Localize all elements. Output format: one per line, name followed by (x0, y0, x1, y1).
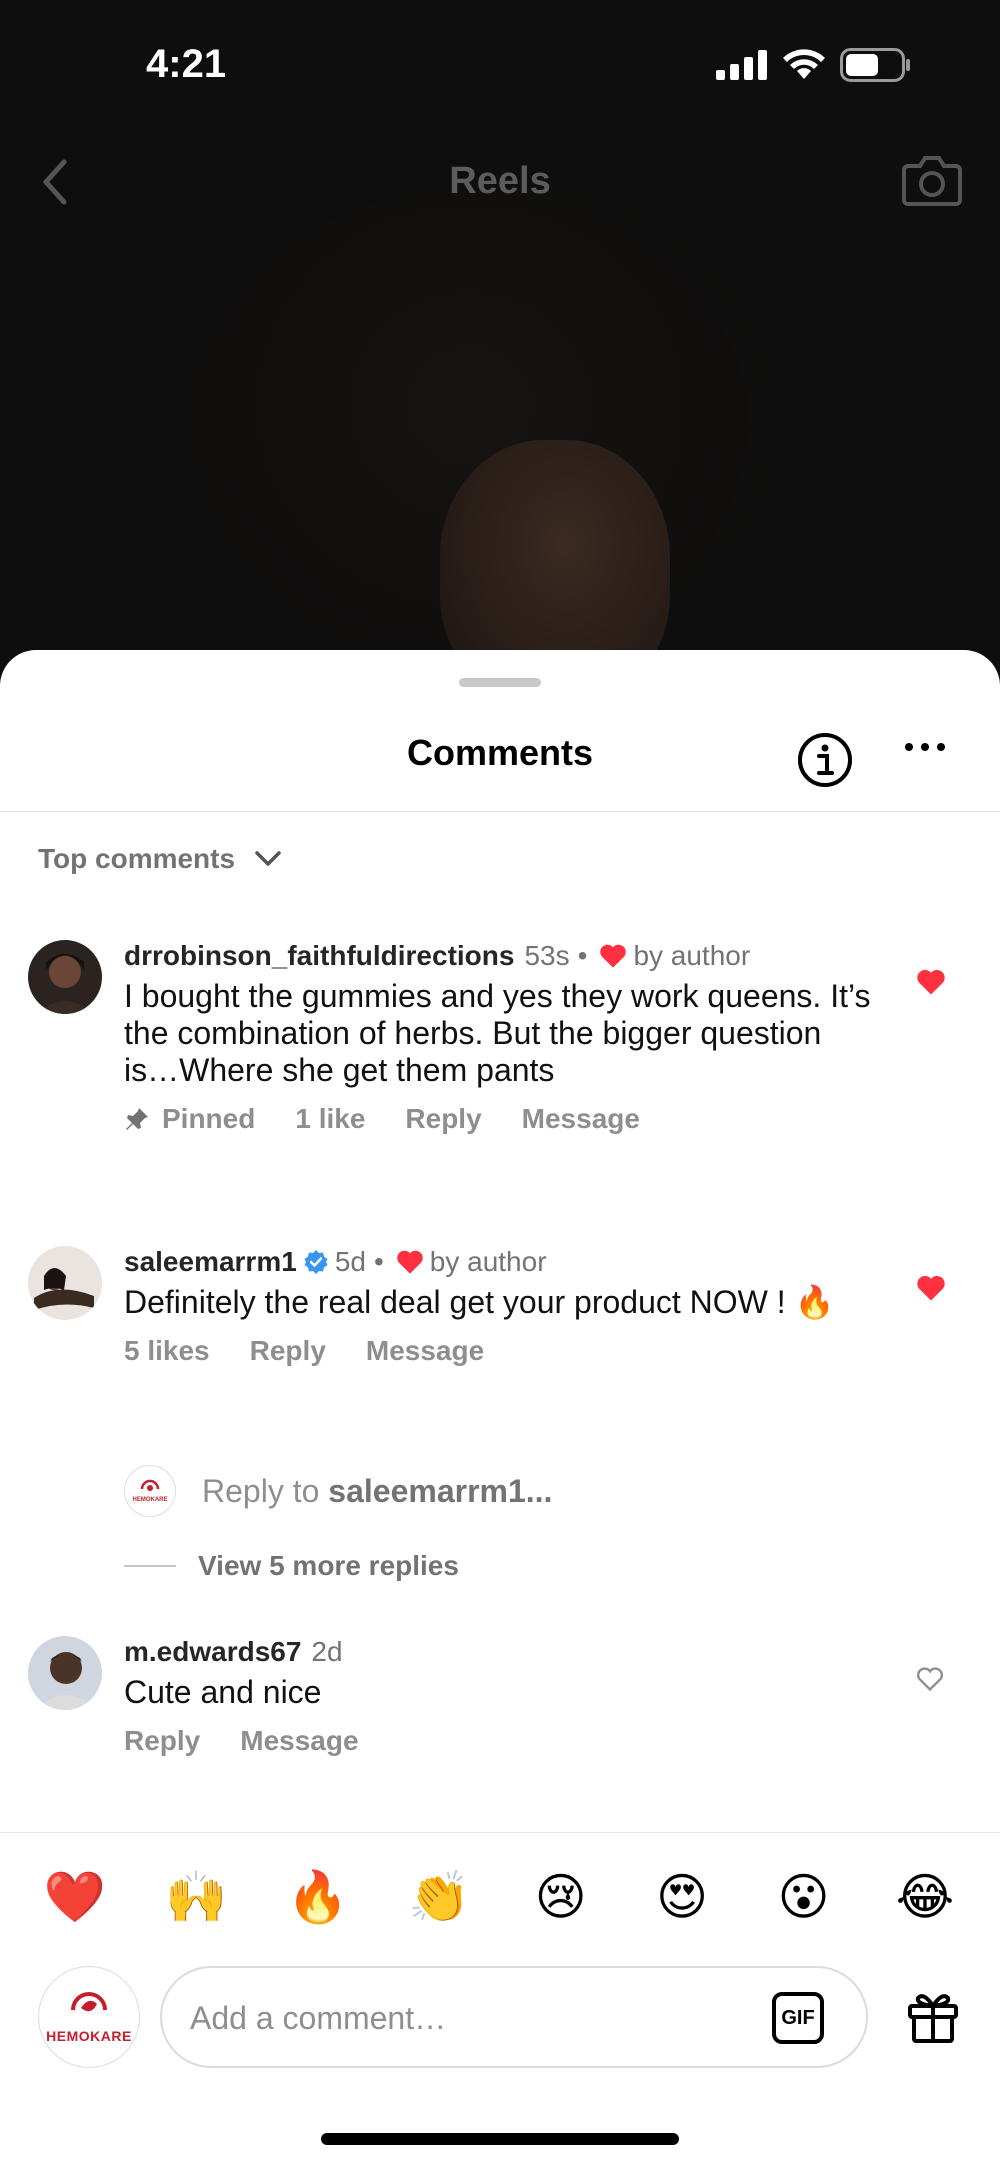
reply-avatar-brand: HEMOKARE (132, 1497, 168, 1503)
pinned-label: Pinned (162, 1103, 256, 1134)
comment-body: saleemarrm1 5d • by author Definitely th… (124, 1246, 884, 1367)
reply-prompt-target: saleemarrm1... (328, 1472, 553, 1509)
avatar-image (28, 940, 102, 1014)
page-title: Reels (449, 160, 551, 202)
heart-filled-icon (917, 1275, 945, 1301)
comment-username[interactable]: m.edwards67 (124, 1636, 301, 1668)
sheet-header: Comments (0, 710, 1000, 812)
emoji-heart[interactable]: ❤️ (40, 1862, 110, 1932)
comment-input-container: GIF (160, 1966, 868, 2068)
reply-button[interactable]: Reply (250, 1335, 326, 1367)
meta-separator: • (373, 1246, 384, 1277)
view-more-replies[interactable]: View 5 more replies (124, 1550, 459, 1582)
emoji-fire[interactable]: 🔥 (283, 1862, 353, 1932)
verified-badge-icon (304, 1250, 328, 1274)
view-more-replies-label: View 5 more replies (198, 1550, 459, 1581)
status-bar: 4:21 (0, 0, 1000, 130)
sort-dropdown[interactable]: Top comments (38, 843, 281, 875)
meta-separator: • (577, 940, 588, 971)
comment-text: I bought the gummies and yes they work q… (124, 978, 871, 1088)
comment-body: drrobinson_faithfuldirections 53s • by a… (124, 940, 884, 1135)
likes-count[interactable]: 5 likes (124, 1335, 210, 1367)
avatar[interactable] (28, 940, 102, 1014)
gift-button[interactable] (906, 1990, 960, 2049)
message-button[interactable]: Message (366, 1335, 484, 1367)
cellular-signal-icon (716, 50, 767, 80)
message-button[interactable]: Message (522, 1103, 640, 1135)
comment-like-button[interactable] (916, 1666, 944, 1697)
comment-body: m.edwards67 2d Cute and nice Reply Messa… (124, 1636, 884, 1757)
pin-icon (126, 1108, 148, 1130)
more-options-button[interactable] (904, 740, 946, 758)
author-heart-icon (397, 1250, 423, 1274)
gif-button[interactable]: GIF (772, 1992, 824, 2044)
reply-composer-prompt[interactable]: HEMOKARE Reply to saleemarrm1... (124, 1465, 552, 1517)
emoji-quick-reactions: ❤️ 🙌 🔥 👏 😢 😍 😮 😂 (40, 1862, 960, 1932)
heart-outline-icon (916, 1667, 944, 1692)
liked-by-author-label: by author (633, 940, 751, 971)
wifi-icon (783, 49, 825, 79)
emoji-joy[interactable]: 😂 (890, 1862, 960, 1932)
likes-count[interactable]: 1 like (295, 1103, 365, 1135)
camera-icon (902, 156, 962, 206)
brand-logo-icon (140, 1479, 160, 1491)
comment-text: Cute and nice (124, 1674, 322, 1710)
gift-icon (908, 1994, 958, 2043)
avatar[interactable] (28, 1636, 102, 1710)
info-button[interactable] (797, 732, 853, 793)
emoji-crying[interactable]: 😢 (526, 1862, 596, 1932)
comments-sheet: Comments (0, 650, 1000, 2167)
comment-like-button[interactable] (916, 968, 946, 1001)
avatar-image (28, 1636, 102, 1710)
home-indicator (321, 2133, 679, 2145)
avatar-brand-text: HEMOKARE (46, 2028, 132, 2044)
comment-time: 53s (524, 940, 570, 971)
info-icon (798, 733, 852, 787)
emoji-heart-eyes[interactable]: 😍 (647, 1862, 717, 1932)
my-avatar: HEMOKARE (38, 1966, 140, 2068)
comment-meta: saleemarrm1 5d • by author (124, 1246, 884, 1278)
avatar-image (28, 1246, 102, 1320)
comment-input[interactable] (190, 1992, 710, 2044)
reply-button[interactable]: Reply (405, 1103, 481, 1135)
sheet-grabber[interactable] (459, 678, 541, 687)
avatar[interactable] (28, 1246, 102, 1320)
comment-time: 2d (311, 1636, 343, 1667)
sort-label: Top comments (38, 843, 236, 874)
emoji-clap[interactable]: 👏 (404, 1862, 474, 1932)
reply-prompt-text: Reply to saleemarrm1... (202, 1473, 552, 1510)
liked-by-author-label: by author (429, 1246, 547, 1277)
comment-username[interactable]: drrobinson_faithfuldirections (124, 940, 514, 972)
comment-actions: 5 likes Reply Message (124, 1335, 884, 1367)
author-heart-icon (600, 944, 627, 968)
comment-actions: Pinned 1 like Reply Message (124, 1103, 884, 1135)
comment-meta: m.edwards67 2d (124, 1636, 884, 1668)
comment-meta: drrobinson_faithfuldirections 53s • by a… (124, 940, 884, 972)
status-icons (716, 48, 912, 82)
brand-logo-icon (71, 1992, 107, 2012)
reply-avatar: HEMOKARE (124, 1465, 176, 1517)
status-time: 4:21 (146, 42, 227, 86)
more-horizontal-icon (905, 743, 945, 751)
comment-like-button[interactable] (916, 1274, 946, 1307)
camera-button[interactable] (902, 152, 962, 213)
comment-actions: Reply Message (124, 1725, 884, 1757)
heart-filled-icon (917, 969, 945, 995)
thread-line (124, 1565, 176, 1567)
comment-time: 5d (334, 1246, 366, 1277)
reply-prompt-prefix: Reply to (202, 1472, 329, 1509)
emoji-raised-hands[interactable]: 🙌 (161, 1862, 231, 1932)
chevron-down-icon (255, 851, 281, 866)
comment-text: Definitely the real deal get your produc… (124, 1284, 835, 1320)
pinned-indicator: Pinned (124, 1103, 255, 1135)
message-button[interactable]: Message (240, 1725, 358, 1757)
comment-composer: HEMOKARE GIF (0, 1966, 1000, 2070)
composer-divider (0, 1832, 1000, 1833)
comment-username[interactable]: saleemarrm1 (124, 1246, 297, 1278)
reply-button[interactable]: Reply (124, 1725, 200, 1757)
reels-nav-bar: Reels (0, 150, 1000, 220)
battery-icon (840, 48, 910, 82)
emoji-surprised[interactable]: 😮 (769, 1862, 839, 1932)
